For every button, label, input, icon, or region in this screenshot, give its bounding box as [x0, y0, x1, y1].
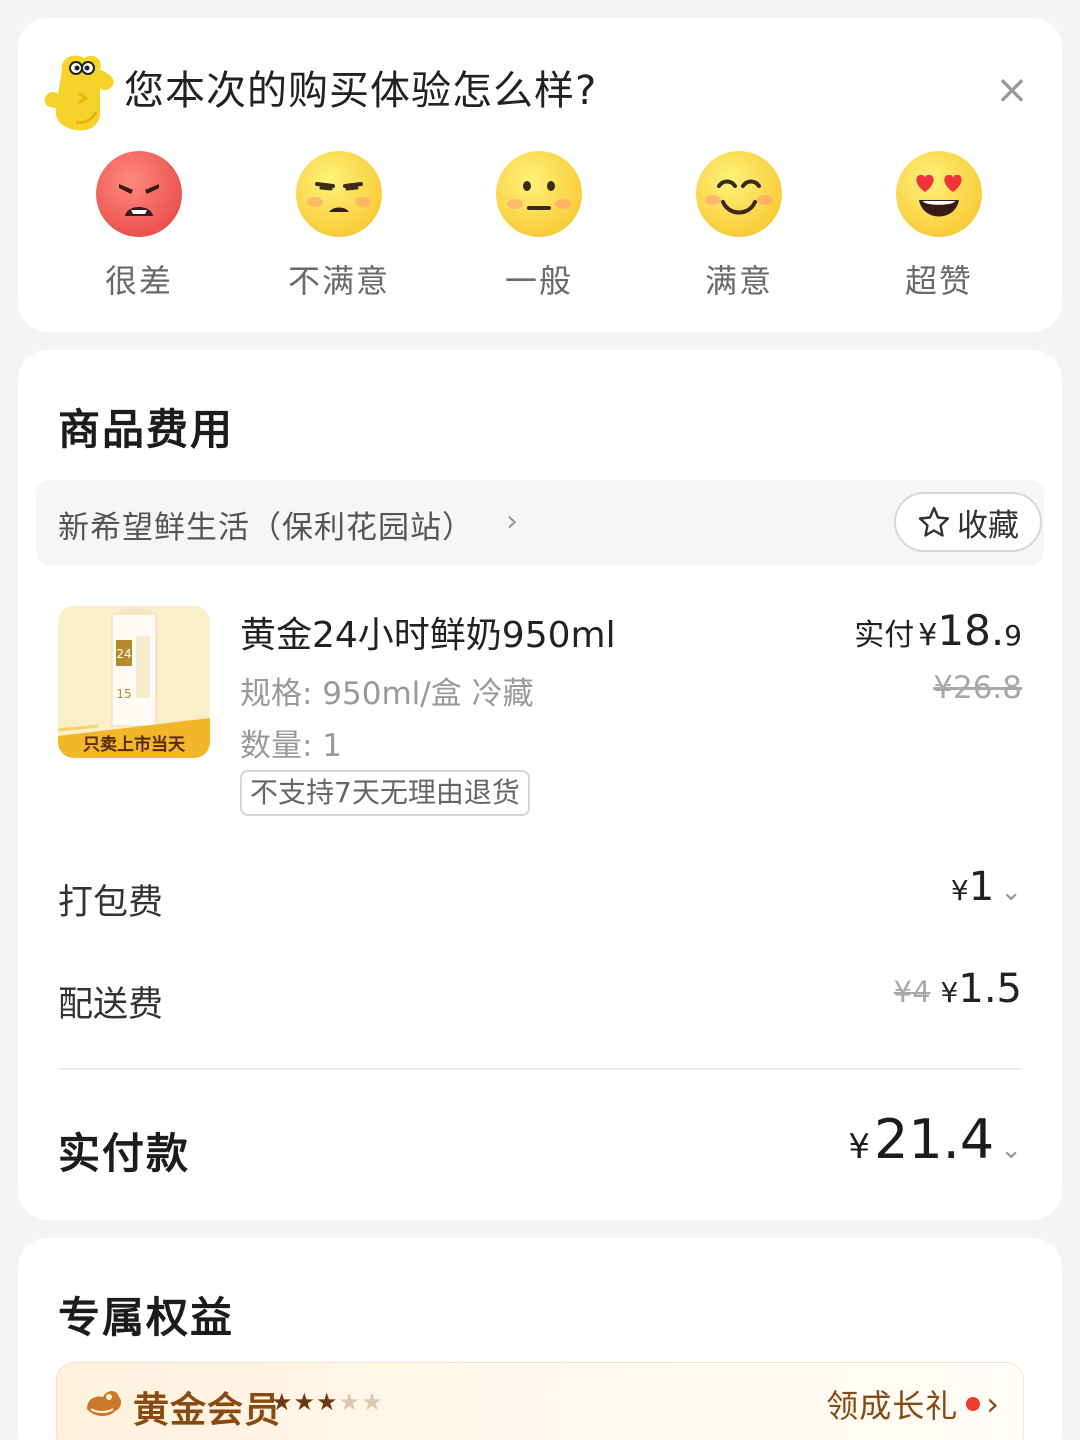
- rating-option-neutral[interactable]: 一般: [439, 150, 639, 320]
- heart-eyes-face-icon: [896, 151, 982, 237]
- gift-label: 领成长礼: [826, 1387, 959, 1425]
- star-empty-icon: ★: [338, 1388, 361, 1416]
- angry-face-icon: [96, 151, 182, 237]
- notification-dot: [966, 1397, 981, 1411]
- close-icon[interactable]: ×: [992, 70, 1032, 110]
- total-amount[interactable]: ¥ 21.4 ⌄: [848, 1108, 1022, 1171]
- favorite-label: 收藏: [957, 507, 1019, 544]
- rating-label: 满意: [704, 262, 773, 300]
- chevron-down-icon: ⌄: [1000, 1135, 1022, 1165]
- packing-fee-label: 打包费: [58, 883, 164, 923]
- delivery-fee-row: 配送费 ¥4 ¥ 1.5: [58, 966, 1022, 1026]
- currency-symbol: ¥: [950, 874, 969, 907]
- rating-label: 一般: [504, 262, 573, 300]
- section-title-fees: 商品费用: [58, 405, 235, 454]
- benefits-card: 专属权益 黄金会员 ★ ★ ★ ★ ★ 领成长礼 ›: [18, 1238, 1062, 1440]
- rating-options: 很差 不满意 一般 满意 超赞: [18, 150, 1062, 320]
- store-name: 新希望鲜生活（保利花园站）: [58, 510, 474, 546]
- return-policy-tag: 不支持7天无理由退货: [240, 770, 530, 816]
- chevron-right-icon: ›: [986, 1385, 999, 1423]
- paid-decimal: 9: [1004, 619, 1022, 652]
- carton-badge: 24: [116, 647, 131, 661]
- paid-integer: 18.: [937, 606, 1005, 655]
- milk-carton-image: 24 15 只卖上市当天: [58, 606, 210, 758]
- product-image-banner: 只卖上市当天: [83, 734, 186, 755]
- currency-symbol: ¥: [940, 976, 959, 1009]
- mascot-icon: [44, 55, 114, 131]
- delivery-original-fee: ¥4: [893, 975, 931, 1009]
- product-name[interactable]: 黄金24小时鲜奶950ml: [240, 606, 616, 658]
- packing-fee-amount: ¥ 1 ⌄: [951, 864, 1022, 924]
- currency-symbol: ¥: [918, 618, 938, 653]
- star-empty-icon: ★: [361, 1388, 383, 1416]
- star-filled-icon: ★: [271, 1388, 293, 1416]
- currency-symbol: ¥: [848, 1127, 870, 1167]
- member-badge-icon: [87, 1391, 122, 1416]
- fee-card: 商品费用 新希望鲜生活（保利花园站） › 收藏 24 15 只卖上市当天 黄金2…: [18, 350, 1062, 1220]
- packing-fee-value: 1: [968, 864, 995, 910]
- feedback-card: 您本次的购买体验怎么样? × 很差 不满意 一般 满意 超赞: [18, 18, 1062, 332]
- member-title: 黄金会员: [133, 1390, 282, 1431]
- product-quantity: 数量: 1: [240, 728, 343, 764]
- delivery-fee-value: 1.5: [958, 966, 1022, 1012]
- rating-option-very-bad[interactable]: 很差: [39, 150, 239, 320]
- divider: [58, 1068, 1022, 1070]
- delivery-fee-label: 配送费: [58, 985, 164, 1025]
- growth-gift-link[interactable]: 领成长礼 ›: [826, 1381, 999, 1427]
- store-row[interactable]: 新希望鲜生活（保利花园站） › 收藏: [36, 480, 1044, 566]
- rating-label: 很差: [104, 262, 173, 300]
- chevron-down-icon: ⌄: [1000, 877, 1022, 907]
- rating-option-excellent[interactable]: 超赞: [839, 150, 1039, 320]
- paid-label: 实付: [854, 618, 915, 653]
- rating-label: 超赞: [904, 262, 973, 300]
- feedback-title: 您本次的购买体验怎么样?: [124, 68, 598, 114]
- product-paid-price: 实付 ¥ 18. 9: [854, 606, 1022, 655]
- chevron-right-icon: ›: [506, 504, 518, 539]
- delivery-fee-amount: ¥4 ¥ 1.5: [894, 966, 1022, 1026]
- original-price: ¥26.8: [933, 670, 1022, 706]
- unamused-face-icon: [296, 151, 382, 237]
- favorite-button[interactable]: 收藏: [894, 492, 1042, 552]
- product-image[interactable]: 24 15 只卖上市当天: [58, 606, 210, 758]
- rating-option-satisfied[interactable]: 满意: [639, 150, 839, 320]
- smiling-face-icon: [696, 151, 782, 237]
- rating-option-unsatisfied[interactable]: 不满意: [239, 150, 439, 320]
- neutral-face-icon: [496, 151, 582, 237]
- product-spec: 规格: 950ml/盒 冷藏: [240, 676, 534, 712]
- gold-member-banner[interactable]: 黄金会员 ★ ★ ★ ★ ★ 领成长礼 ›: [56, 1362, 1024, 1440]
- star-filled-icon: ★: [316, 1388, 338, 1416]
- star-filled-icon: ★: [293, 1388, 316, 1416]
- total-label: 实付款: [58, 1129, 191, 1178]
- carton-number: 15: [116, 687, 131, 701]
- member-stars: ★ ★ ★ ★ ★: [271, 1387, 383, 1417]
- packing-fee-row[interactable]: 打包费 ¥ 1 ⌄: [58, 864, 1022, 924]
- star-outline-icon: [918, 506, 950, 537]
- section-title-benefits: 专属权益: [58, 1293, 235, 1342]
- total-value: 21.4: [873, 1108, 995, 1171]
- rating-label: 不满意: [287, 262, 390, 300]
